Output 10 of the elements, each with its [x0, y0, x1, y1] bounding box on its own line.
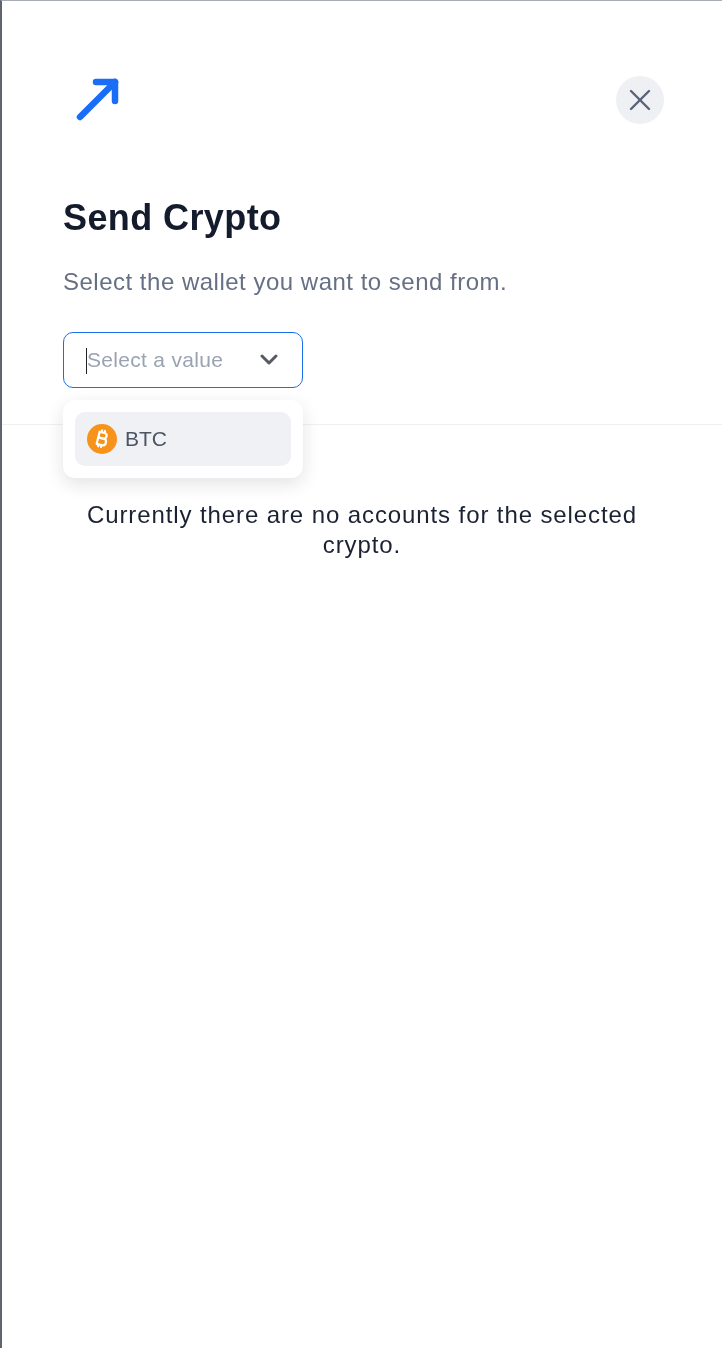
dialog-title: Send Crypto — [63, 198, 283, 238]
close-icon — [629, 89, 651, 111]
chevron-down-icon — [260, 354, 278, 366]
dropdown-option[interactable]: BTC — [75, 412, 291, 466]
empty-state-message: Currently there are no accounts for the selected crypto. — [85, 500, 639, 560]
close-button[interactable] — [616, 76, 664, 124]
dialog-subtitle: Select the wallet you want to send from. — [63, 267, 509, 297]
arrow-up-right-icon — [76, 77, 120, 121]
bitcoin-icon — [87, 424, 117, 454]
text-cursor — [86, 348, 87, 374]
